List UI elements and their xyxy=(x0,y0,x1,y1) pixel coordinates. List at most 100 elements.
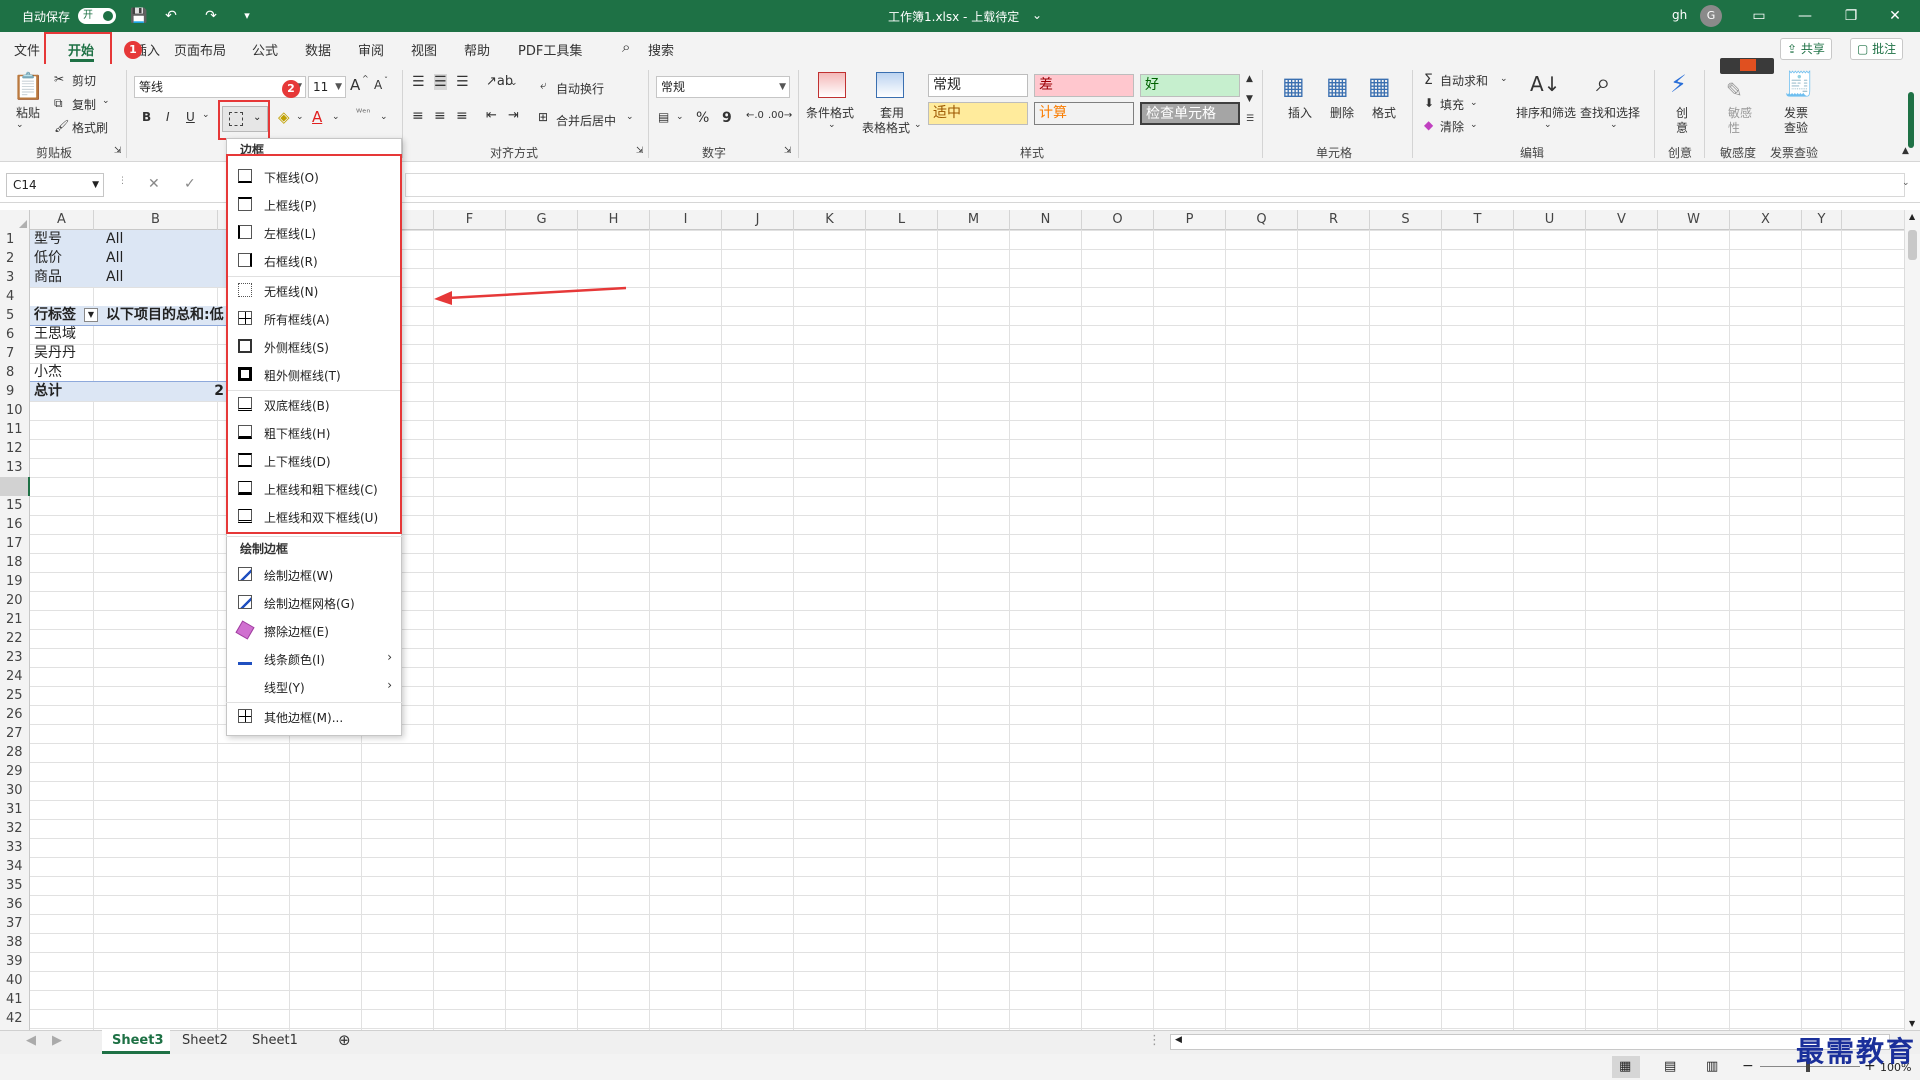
font-size-select[interactable]: 11 ▼ xyxy=(308,76,346,98)
row-header-33[interactable]: 33 xyxy=(0,838,30,857)
row-header-34[interactable]: 34 xyxy=(0,857,30,876)
row-header-3[interactable]: 3 xyxy=(0,268,30,287)
column-header-o[interactable]: O xyxy=(1082,210,1154,230)
sort-filter-label[interactable]: 排序和筛选 xyxy=(1516,104,1576,121)
tab-data[interactable]: 数据 xyxy=(305,40,331,59)
row-header-17[interactable]: 17 xyxy=(0,534,30,553)
autosum-dropdown-icon[interactable]: ⌄ xyxy=(1500,74,1508,84)
filter-dropdown-icon[interactable]: ▼ xyxy=(84,308,98,322)
align-right-icon[interactable]: ≡ xyxy=(456,108,468,124)
comma-button[interactable]: 9 xyxy=(722,110,732,126)
table-format-icon[interactable] xyxy=(876,72,904,98)
increase-font-button[interactable]: A xyxy=(350,76,360,94)
horizontal-scrollbar[interactable]: ◀ xyxy=(1170,1034,1890,1050)
paste-dropdown-icon[interactable]: ⌄ xyxy=(16,120,24,130)
menu-item-draw-2[interactable]: 绘制边框网格(G) xyxy=(228,590,400,616)
conditional-dropdown-icon[interactable]: ⌄ xyxy=(828,120,836,130)
row-header-7[interactable]: 7 xyxy=(0,344,30,363)
ribbon-scroll-indicator[interactable] xyxy=(1908,92,1914,148)
cell-b2[interactable]: All xyxy=(104,249,204,268)
column-header-q[interactable]: Q xyxy=(1226,210,1298,230)
format-painter-label[interactable]: 格式刷 xyxy=(72,119,108,136)
styles-more-icon[interactable]: ☰ xyxy=(1246,114,1254,124)
row-header-19[interactable]: 19 xyxy=(0,572,30,591)
cut-label[interactable]: 剪切 xyxy=(72,72,96,89)
copy-icon[interactable]: ⧉ xyxy=(54,96,63,111)
align-left-icon[interactable]: ≡ xyxy=(412,108,424,124)
row-header-28[interactable]: 28 xyxy=(0,743,30,762)
row-header-20[interactable]: 20 xyxy=(0,591,30,610)
column-header-i[interactable]: I xyxy=(650,210,722,230)
underline-button[interactable]: U xyxy=(186,110,195,124)
row-header-12[interactable]: 12 xyxy=(0,439,30,458)
style-calculation[interactable]: 计算 xyxy=(1034,102,1134,125)
autosave-toggle[interactable]: 开 xyxy=(78,8,116,24)
cut-icon[interactable]: ✂ xyxy=(54,72,64,86)
font-color-button[interactable]: A xyxy=(312,108,322,126)
row-header-6[interactable]: 6 xyxy=(0,325,30,344)
column-header-s[interactable]: S xyxy=(1370,210,1442,230)
cell-a2[interactable]: 低价 xyxy=(32,249,102,268)
menu-item-draw-1[interactable]: 绘制边框(W) xyxy=(228,562,400,588)
align-bottom-icon[interactable]: ☰ xyxy=(456,74,469,90)
avatar[interactable]: G xyxy=(1700,5,1722,27)
percent-button[interactable]: % xyxy=(696,110,709,126)
align-middle-icon[interactable]: ☰ xyxy=(434,74,447,90)
menu-item-draw-3[interactable]: 擦除边框(E) xyxy=(228,618,400,644)
search-icon[interactable]: ⌕ xyxy=(622,38,630,56)
fill-label[interactable]: 填充 xyxy=(1440,96,1464,113)
row-header-35[interactable]: 35 xyxy=(0,876,30,895)
sensitivity-icon[interactable]: ✎ xyxy=(1726,78,1743,102)
invoice-label-2[interactable]: 查验 xyxy=(1784,119,1808,136)
conditional-format-icon[interactable] xyxy=(818,72,846,98)
merge-dropdown-icon[interactable]: ⌄ xyxy=(626,112,634,122)
find-select-label[interactable]: 查找和选择 xyxy=(1580,104,1640,121)
autosum-icon[interactable]: Σ xyxy=(1424,72,1433,88)
row-header-2[interactable]: 2 xyxy=(0,249,30,268)
tab-file[interactable]: 文件 xyxy=(14,40,40,59)
cell-b5[interactable]: 以下项目的总和:低 xyxy=(104,306,226,325)
copy-dropdown-icon[interactable]: ⌄ xyxy=(102,96,110,106)
cell-b1[interactable]: All xyxy=(104,230,204,249)
row-header-23[interactable]: 23 xyxy=(0,648,30,667)
cell-a9[interactable]: 总计 xyxy=(32,382,102,401)
alignment-launcher-icon[interactable]: ⇲ xyxy=(636,146,644,156)
column-header-v[interactable]: V xyxy=(1586,210,1658,230)
menu-item-draw-4[interactable]: 线条颜色(I) › xyxy=(228,646,400,672)
clipboard-launcher-icon[interactable]: ⇲ xyxy=(114,146,122,156)
minimize-icon[interactable]: — xyxy=(1782,0,1828,32)
style-good[interactable]: 好 xyxy=(1140,74,1240,97)
zoom-out-icon[interactable]: − xyxy=(1742,1058,1754,1074)
formula-bar-grip-icon[interactable]: ⋮ xyxy=(118,176,127,186)
cell-a3[interactable]: 商品 xyxy=(32,268,102,287)
column-header-p[interactable]: P xyxy=(1154,210,1226,230)
row-header-30[interactable]: 30 xyxy=(0,781,30,800)
insert-cells-label[interactable]: 插入 xyxy=(1288,104,1312,121)
fill-dropdown-icon[interactable]: ⌄ xyxy=(1470,98,1478,108)
row-header-21[interactable]: 21 xyxy=(0,610,30,629)
column-header-a[interactable]: A xyxy=(30,210,94,230)
row-header-1[interactable]: 1 xyxy=(0,230,30,249)
quick-access-menu-icon[interactable]: ▾ xyxy=(236,6,258,26)
row-header-38[interactable]: 38 xyxy=(0,933,30,952)
creative-label-2[interactable]: 意 xyxy=(1676,119,1688,136)
tab-page-layout[interactable]: 页面布局 xyxy=(174,40,226,59)
page-break-view-icon[interactable]: ▥ xyxy=(1706,1059,1718,1074)
insert-cells-icon[interactable]: ▦ xyxy=(1282,72,1305,100)
row-header-18[interactable]: 18 xyxy=(0,553,30,572)
row-header-4[interactable]: 4 xyxy=(0,287,30,306)
column-header-y[interactable]: Y xyxy=(1802,210,1842,230)
underline-dropdown-icon[interactable]: ⌄ xyxy=(202,110,210,120)
row-header-25[interactable]: 25 xyxy=(0,686,30,705)
column-header-x[interactable]: X xyxy=(1730,210,1802,230)
increase-indent-icon[interactable]: ⇥ xyxy=(508,108,519,123)
fill-color-icon[interactable]: ◈ xyxy=(278,108,290,126)
row-header-37[interactable]: 37 xyxy=(0,914,30,933)
format-cells-label[interactable]: 格式 xyxy=(1372,104,1396,121)
align-center-icon[interactable]: ≡ xyxy=(434,108,446,124)
copy-label[interactable]: 复制 xyxy=(72,96,96,113)
decrease-indent-icon[interactable]: ⇤ xyxy=(486,108,497,123)
merge-center-icon[interactable]: ⊞ xyxy=(538,110,548,124)
bold-button[interactable]: B xyxy=(142,110,151,124)
wrap-text-icon[interactable]: ⤶ xyxy=(540,78,547,93)
